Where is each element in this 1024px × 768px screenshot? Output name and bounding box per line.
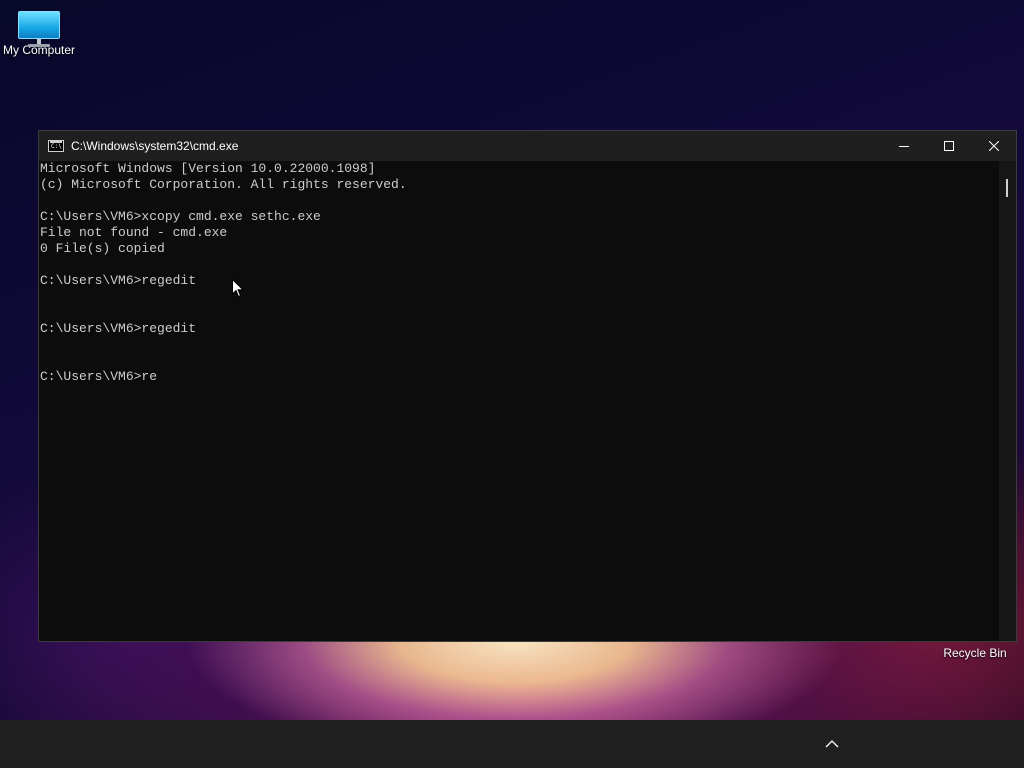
console-line: C:\Users\VM6>regedit <box>40 321 197 336</box>
desktop-icon-label: Recycle Bin <box>943 646 1007 660</box>
vertical-scrollbar[interactable] <box>999 161 1016 641</box>
desktop-icon-recycle-bin[interactable]: Recycle Bin <box>940 646 1010 660</box>
monitor-icon <box>18 11 60 47</box>
minimize-button[interactable] <box>881 131 926 161</box>
scrollbar-thumb[interactable] <box>1006 179 1008 197</box>
taskbar <box>0 720 1024 768</box>
maximize-icon <box>943 141 954 151</box>
minimize-icon <box>898 146 909 147</box>
desktop-icon-my-computer[interactable]: My Computer <box>0 8 78 57</box>
console-line: (c) Microsoft Corporation. All rights re… <box>40 177 407 192</box>
console-line: Microsoft Windows [Version 10.0.22000.10… <box>40 161 376 176</box>
show-hidden-icons-button[interactable] <box>822 735 842 753</box>
mouse-cursor-icon <box>232 279 244 298</box>
cmd-window[interactable]: C:\ C:\Windows\system32\cmd.exe Microsof… <box>38 130 1017 642</box>
console-line: C:\Users\VM6>regedit <box>40 273 197 288</box>
console-output[interactable]: Microsoft Windows [Version 10.0.22000.10… <box>39 161 999 641</box>
console-input-line[interactable]: C:\Users\VM6>re <box>39 369 999 385</box>
console-line: 0 File(s) copied <box>40 241 165 256</box>
console-line: C:\Users\VM6>xcopy cmd.exe sethc.exe <box>40 209 321 224</box>
console-app-icon: C:\ <box>48 140 64 152</box>
window-title: C:\Windows\system32\cmd.exe <box>71 139 239 153</box>
close-icon <box>988 141 999 151</box>
close-button[interactable] <box>971 131 1016 161</box>
window-titlebar[interactable]: C:\ C:\Windows\system32\cmd.exe <box>39 131 1016 161</box>
console-line: File not found - cmd.exe <box>40 225 228 240</box>
maximize-button[interactable] <box>926 131 971 161</box>
chevron-up-icon <box>825 740 839 748</box>
